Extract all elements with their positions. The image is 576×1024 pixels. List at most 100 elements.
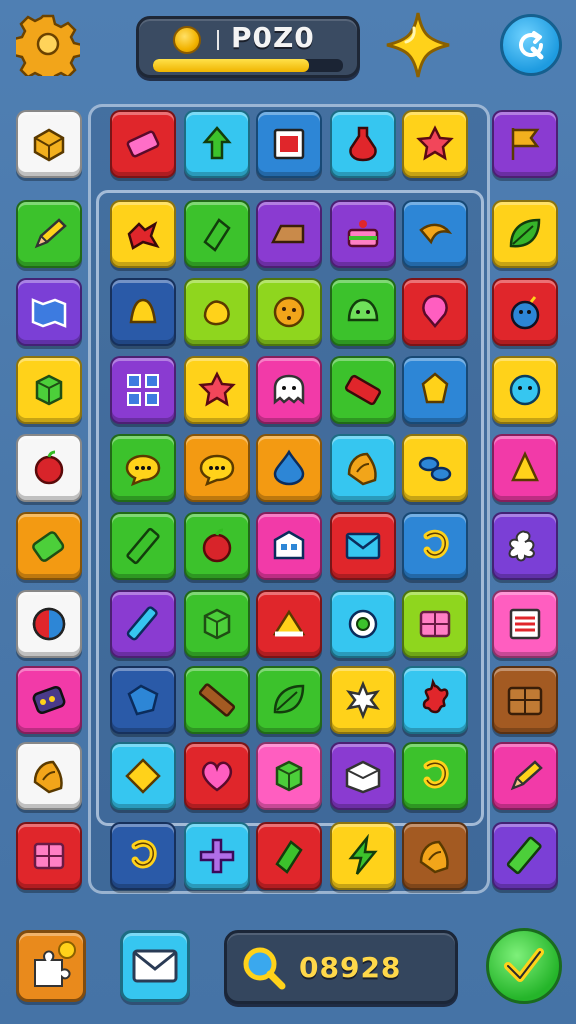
refresh-button[interactable] — [500, 14, 562, 76]
side-tile-right-2[interactable] — [492, 200, 558, 268]
board-tile-r8-c4[interactable] — [330, 742, 396, 810]
board-tile-r5-c4[interactable] — [330, 512, 396, 580]
apple-icon — [202, 528, 232, 563]
chest-icon — [507, 686, 543, 716]
top-row-tile-5[interactable] — [402, 110, 468, 178]
crate-icon — [33, 842, 65, 870]
board-tile-r3-c3[interactable] — [256, 356, 322, 424]
cake-icon — [347, 220, 379, 248]
side-tile-left-1[interactable] — [16, 110, 82, 178]
side-tile-left-7[interactable] — [16, 590, 82, 658]
grid-icon — [127, 374, 159, 406]
side-tile-right-4[interactable] — [492, 356, 558, 424]
board-tile-r2-c4[interactable] — [330, 278, 396, 346]
board-tile-r4-c2[interactable] — [184, 434, 250, 502]
cube-icon — [35, 374, 63, 406]
side-tile-left-5[interactable] — [16, 434, 82, 502]
board-tile-r9-c2[interactable] — [184, 822, 250, 890]
board-tile-r9-c4[interactable] — [330, 822, 396, 890]
board-tile-r9-c1[interactable] — [110, 822, 176, 890]
bell-icon — [129, 298, 157, 324]
side-tile-left-2[interactable] — [16, 200, 82, 268]
board-tile-r7-c2[interactable] — [184, 666, 250, 734]
side-tile-right-6[interactable] — [492, 512, 558, 580]
board-tile-r7-c5[interactable] — [402, 666, 468, 734]
top-row-tile-3[interactable] — [256, 110, 322, 178]
board-tile-r1-c1[interactable] — [110, 200, 176, 268]
board-tile-r4-c3[interactable] — [256, 434, 322, 502]
splat-icon — [422, 678, 449, 714]
board-tile-r1-c4[interactable] — [330, 200, 396, 268]
side-tile-left-3[interactable] — [16, 278, 82, 346]
board-tile-r6-c5[interactable] — [402, 590, 468, 658]
cake-slice-icon — [270, 224, 305, 244]
board-tile-r6-c1[interactable] — [110, 590, 176, 658]
board-tile-r5-c3[interactable] — [256, 512, 322, 580]
board-tile-r3-c1[interactable] — [110, 356, 176, 424]
stick-icon — [198, 683, 236, 717]
side-tile-left-6[interactable] — [16, 512, 82, 580]
board-tile-r1-c2[interactable] — [184, 200, 250, 268]
side-tile-left-10[interactable] — [16, 822, 82, 890]
side-tile-right-10[interactable] — [492, 822, 558, 890]
side-tile-right-9[interactable] — [492, 742, 558, 810]
board-tile-r4-c5[interactable] — [402, 434, 468, 502]
side-tile-right-8[interactable] — [492, 666, 558, 734]
ruler-icon — [506, 836, 542, 875]
side-tile-right-7[interactable] — [492, 590, 558, 658]
side-tile-left-4[interactable] — [16, 356, 82, 424]
board-tile-r2-c3[interactable] — [256, 278, 322, 346]
board-tile-r2-c5[interactable] — [402, 278, 468, 346]
top-row-tile-2[interactable] — [184, 110, 250, 178]
board-tile-r1-c3[interactable] — [256, 200, 322, 268]
star-button[interactable] — [384, 10, 452, 80]
arrow-up-icon — [202, 126, 232, 160]
side-tile-left-9[interactable] — [16, 742, 82, 810]
board-tile-r6-c3[interactable] — [256, 590, 322, 658]
top-row-tile-4[interactable] — [330, 110, 396, 178]
board-tile-r8-c2[interactable] — [184, 742, 250, 810]
side-tile-right-1[interactable] — [492, 110, 558, 178]
side-tile-left-8[interactable] — [16, 666, 82, 734]
board-tile-r9-c5[interactable] — [402, 822, 468, 890]
board-tile-r3-c4[interactable] — [330, 356, 396, 424]
star-splash-icon — [346, 680, 380, 720]
top-row-tile-1[interactable] — [110, 110, 176, 178]
side-tile-right-3[interactable] — [492, 278, 558, 346]
settings-button[interactable] — [16, 12, 80, 76]
search-panel[interactable]: 08928 — [224, 930, 458, 1004]
board-tile-r1-c5[interactable] — [402, 200, 468, 268]
board-tile-r4-c4[interactable] — [330, 434, 396, 502]
board-tile-r6-c2[interactable] — [184, 590, 250, 658]
gem-icon — [275, 840, 303, 874]
board-tile-r5-c1[interactable] — [110, 512, 176, 580]
mail-button[interactable] — [120, 930, 190, 1002]
hint-button[interactable] — [16, 930, 86, 1002]
board-tile-r7-c1[interactable] — [110, 666, 176, 734]
board-tile-r6-c4[interactable] — [330, 590, 396, 658]
board-tile-r3-c2[interactable] — [184, 356, 250, 424]
balloon-icon — [422, 294, 448, 328]
slime-icon — [347, 298, 379, 322]
side-tile-right-5[interactable] — [492, 434, 558, 502]
board-tile-r7-c4[interactable] — [330, 666, 396, 734]
board-tile-r4-c1[interactable] — [110, 434, 176, 502]
board-tile-r8-c3[interactable] — [256, 742, 322, 810]
board-tile-r2-c1[interactable] — [110, 278, 176, 346]
box-icon — [33, 128, 65, 162]
board-tile-r7-c3[interactable] — [256, 666, 322, 734]
map-icon — [31, 298, 67, 328]
go-button[interactable] — [486, 928, 562, 1004]
blob-icon — [203, 300, 230, 326]
board-tile-r9-c3[interactable] — [256, 822, 322, 890]
board-tile-r8-c1[interactable] — [110, 742, 176, 810]
board-tile-r2-c2[interactable] — [184, 278, 250, 346]
card-icon — [509, 608, 541, 640]
board-tile-r3-c5[interactable] — [402, 356, 468, 424]
coin-icon — [173, 26, 201, 54]
pencil-icon — [34, 218, 67, 249]
board-tile-r8-c5[interactable] — [402, 742, 468, 810]
board-tile-r5-c2[interactable] — [184, 512, 250, 580]
board-tile-r5-c5[interactable] — [402, 512, 468, 580]
pen-icon — [126, 606, 158, 641]
